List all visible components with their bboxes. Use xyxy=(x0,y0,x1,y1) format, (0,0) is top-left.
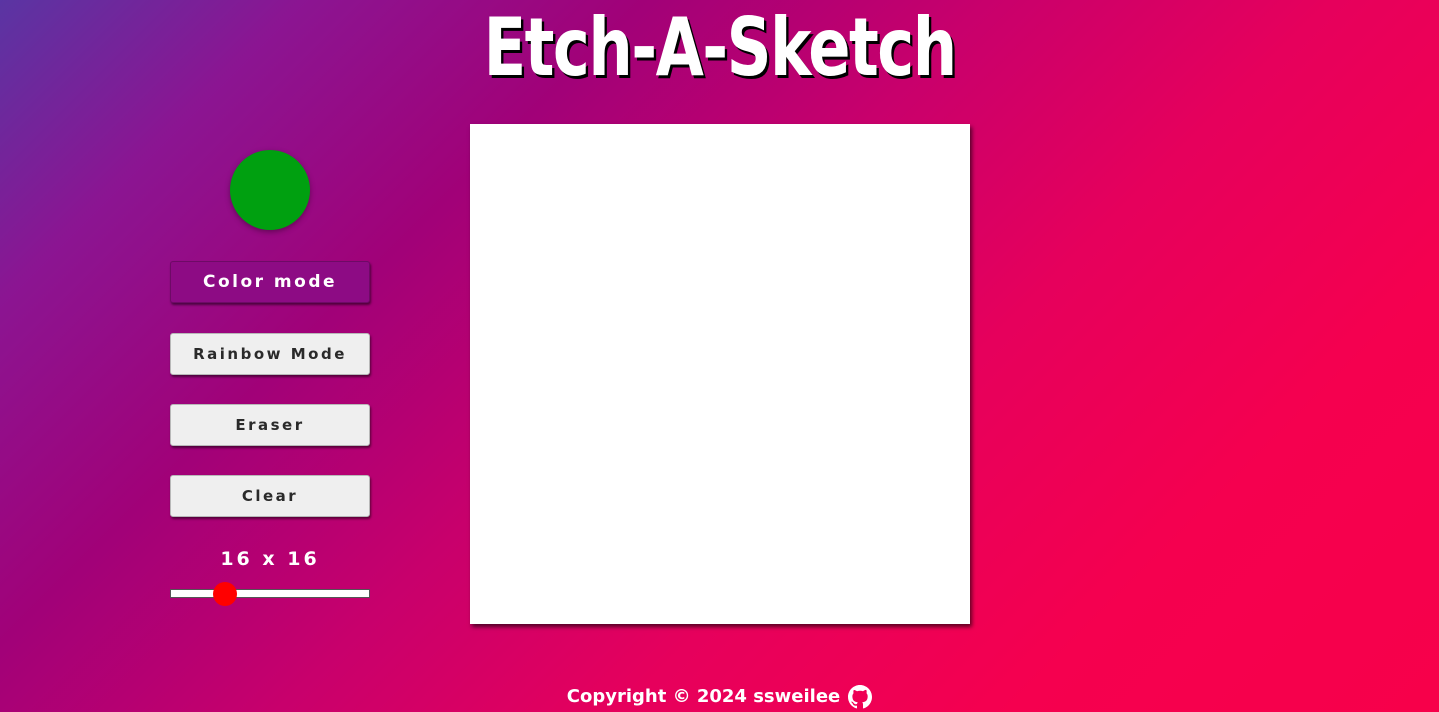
copyright-text: Copyright © 2024 ssweilee xyxy=(566,686,841,707)
page-title: Etch-A-Sketch xyxy=(483,1,958,94)
rainbow-mode-button[interactable]: Rainbow Mode xyxy=(170,333,370,375)
color-picker[interactable] xyxy=(230,150,310,230)
clear-button[interactable]: Clear xyxy=(170,475,370,517)
grid-size-slider[interactable] xyxy=(170,582,370,606)
github-icon[interactable] xyxy=(848,685,873,709)
color-mode-button[interactable]: Color mode xyxy=(170,261,370,303)
grid-size-label: 16 x 16 xyxy=(220,548,320,570)
sketch-grid[interactable] xyxy=(470,124,970,624)
eraser-button[interactable]: Eraser xyxy=(170,404,370,446)
footer: Copyright © 2024 ssweilee xyxy=(0,684,1439,710)
slider-thumb[interactable] xyxy=(213,582,238,606)
